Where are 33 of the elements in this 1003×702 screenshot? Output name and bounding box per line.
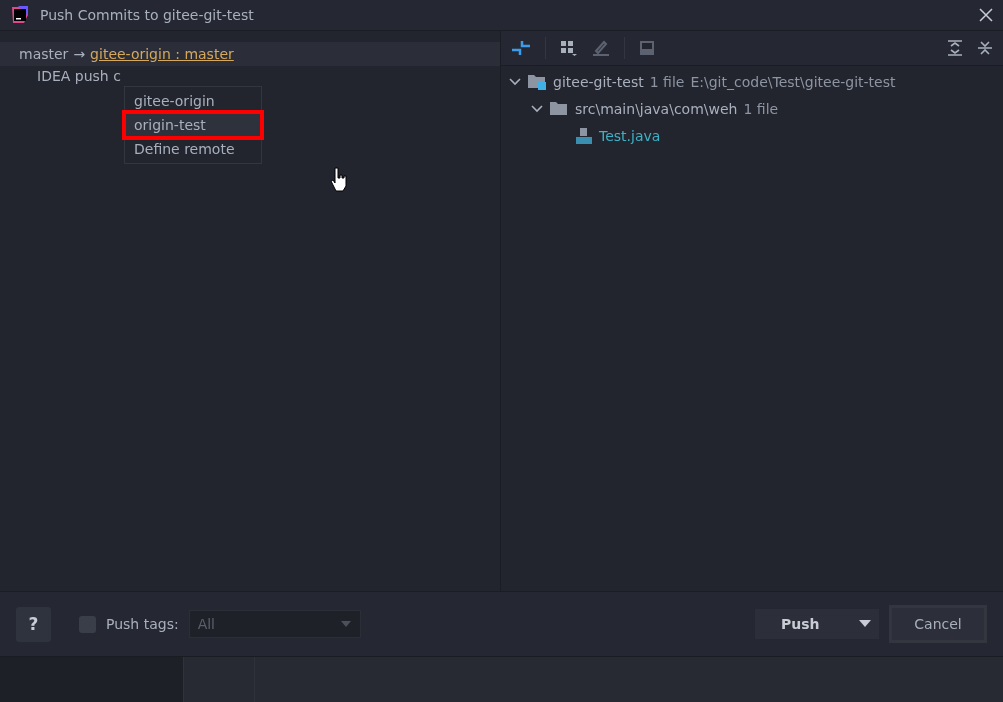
- push-tags-label: Push tags:: [106, 616, 179, 632]
- file-name[interactable]: Test.java: [599, 127, 661, 144]
- menu-item[interactable]: origin-test: [125, 113, 261, 137]
- collapse-all-icon[interactable]: [977, 40, 993, 56]
- folder-name[interactable]: gitee-git-test: [553, 73, 644, 90]
- push-button[interactable]: Push: [755, 609, 879, 639]
- folder-path: E:\git_code\Test\gitee-git-test: [690, 73, 896, 90]
- file-count: 1 file: [649, 73, 685, 90]
- chevron-down-icon[interactable]: [509, 77, 521, 86]
- hand-cursor-icon: [330, 166, 348, 192]
- menu-item[interactable]: Define remote: [125, 137, 261, 161]
- menu-item[interactable]: gitee-origin: [125, 89, 261, 113]
- preview-panel-icon[interactable]: [639, 40, 655, 56]
- java-file-icon: [575, 126, 593, 145]
- group-by-icon[interactable]: [560, 40, 578, 56]
- expand-all-icon[interactable]: [947, 40, 963, 56]
- pencil-icon[interactable]: [592, 40, 610, 56]
- close-icon[interactable]: [979, 8, 993, 22]
- folder-name[interactable]: src\main\java\com\weh: [575, 100, 738, 117]
- repository-folder-icon: [527, 73, 547, 90]
- caret-icon[interactable]: [859, 620, 871, 628]
- file-count: 1 file: [743, 100, 779, 117]
- remote-target-link[interactable]: gitee-origin : master: [90, 46, 234, 62]
- chevron-down-icon[interactable]: [531, 104, 543, 113]
- commit-message: IDEA push c: [37, 68, 121, 84]
- help-button[interactable]: ?: [16, 606, 51, 642]
- folder-icon: [549, 100, 569, 117]
- collapse-arrows-icon[interactable]: [511, 40, 531, 56]
- app-logo-icon: [10, 5, 30, 25]
- window-title: Push Commits to gitee-git-test: [40, 7, 255, 23]
- arrow-glyph: →: [73, 46, 86, 62]
- cancel-button[interactable]: Cancel: [889, 605, 987, 643]
- branch-name: master: [19, 46, 69, 62]
